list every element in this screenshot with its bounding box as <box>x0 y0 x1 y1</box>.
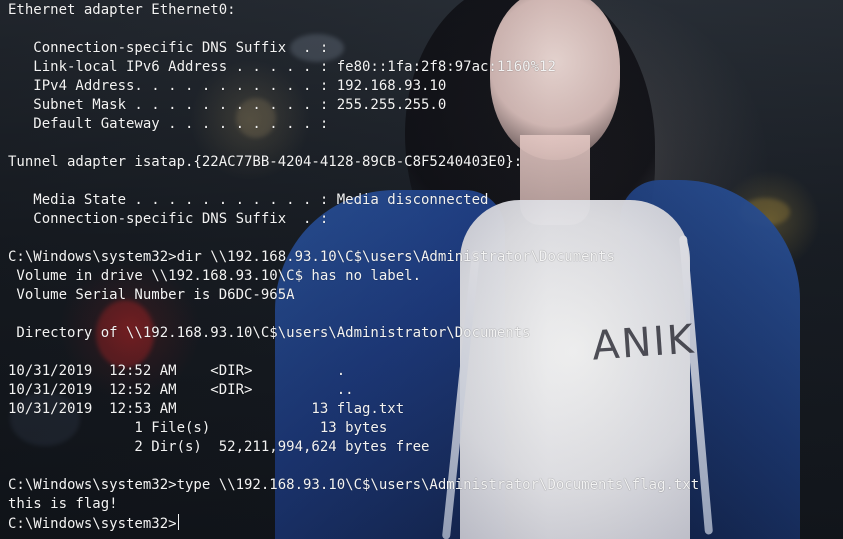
terminal-line: C:\Windows\system32>dir \\192.168.93.10\… <box>8 249 615 265</box>
terminal-window[interactable]: ANIK Ethernet adapter Ethernet0: Connect… <box>0 0 843 539</box>
terminal-line: Volume Serial Number is D6DC-965A <box>8 287 295 303</box>
prompt-line[interactable]: C:\Windows\system32> <box>8 514 835 533</box>
text-cursor <box>177 514 179 530</box>
terminal-line: Ethernet adapter Ethernet0: <box>8 2 236 18</box>
terminal-line: Subnet Mask . . . . . . . . . . . : 255.… <box>8 97 447 113</box>
command-prompt: C:\Windows\system32> <box>8 516 177 532</box>
terminal-line: Media State . . . . . . . . . . . : Medi… <box>8 192 489 208</box>
terminal-line: 2 Dir(s) 52,211,994,624 bytes free <box>8 439 430 455</box>
terminal-line: Default Gateway . . . . . . . . . : <box>8 116 329 132</box>
terminal-line: C:\Windows\system32>type \\192.168.93.10… <box>8 477 700 493</box>
terminal-line: 10/31/2019 12:52 AM <DIR> . <box>8 363 346 379</box>
terminal-line: 10/31/2019 12:53 AM 13 flag.txt <box>8 401 405 417</box>
terminal-line: Volume in drive \\192.168.93.10\C$ has n… <box>8 268 422 284</box>
terminal-line: Connection-specific DNS Suffix . : <box>8 211 329 227</box>
terminal-line: Link-local IPv6 Address . . . . . : fe80… <box>8 59 556 75</box>
terminal-line: Tunnel adapter isatap.{22AC77BB-4204-412… <box>8 154 523 170</box>
terminal-line: Directory of \\192.168.93.10\C$\users\Ad… <box>8 325 531 341</box>
terminal-line: IPv4 Address. . . . . . . . . . . : 192.… <box>8 78 447 94</box>
terminal-line: 10/31/2019 12:52 AM <DIR> .. <box>8 382 354 398</box>
terminal-line: 1 File(s) 13 bytes <box>8 420 388 436</box>
terminal-line: Connection-specific DNS Suffix . : <box>8 40 329 56</box>
terminal-output: Ethernet adapter Ethernet0: Connection-s… <box>8 1 835 539</box>
terminal-line: this is flag! <box>8 496 118 512</box>
